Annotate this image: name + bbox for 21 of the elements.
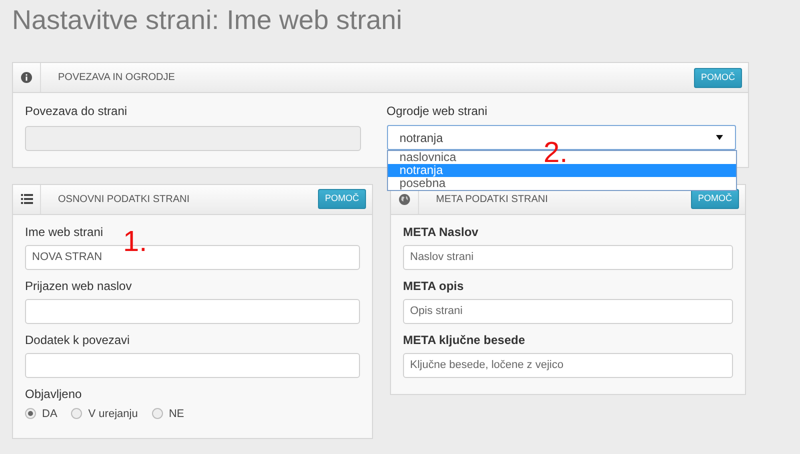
dropdown-option[interactable]: naslovnica [388,151,468,164]
input-field[interactable]: Naslov strani [403,244,733,270]
panel-title: META PODATKI STRANI [436,192,549,206]
field-label: META Naslov [403,224,480,238]
field-label: Ime web strani [25,224,104,238]
field-label: Ogrodje web strani [386,104,488,118]
dropdown-option[interactable]: posebna [388,177,458,190]
input-field[interactable]: Ključne besede, ločene z vejico [403,352,733,378]
field-label: META opis [403,278,465,292]
field-label: META ključne besede [403,332,526,346]
panel-title: POVEZAVA IN OGRODJE [58,71,176,85]
input-field[interactable]: Opis strani [403,298,733,324]
field-label: Povezava do strani [25,104,128,118]
page-title: Nastavitve strani: Ime web strani [12,4,404,37]
radio-option[interactable]: NE [152,406,184,422]
field-label: Prijazen web naslov [25,278,133,292]
panel-title: OSNOVNI PODATKI STRANI [58,192,190,206]
field-label: Objavljeno [25,386,83,400]
radio-option[interactable]: DA [25,406,58,422]
field-label: Dodatek k povezavi [25,332,131,346]
radio-option[interactable]: V urejanju [71,406,138,422]
